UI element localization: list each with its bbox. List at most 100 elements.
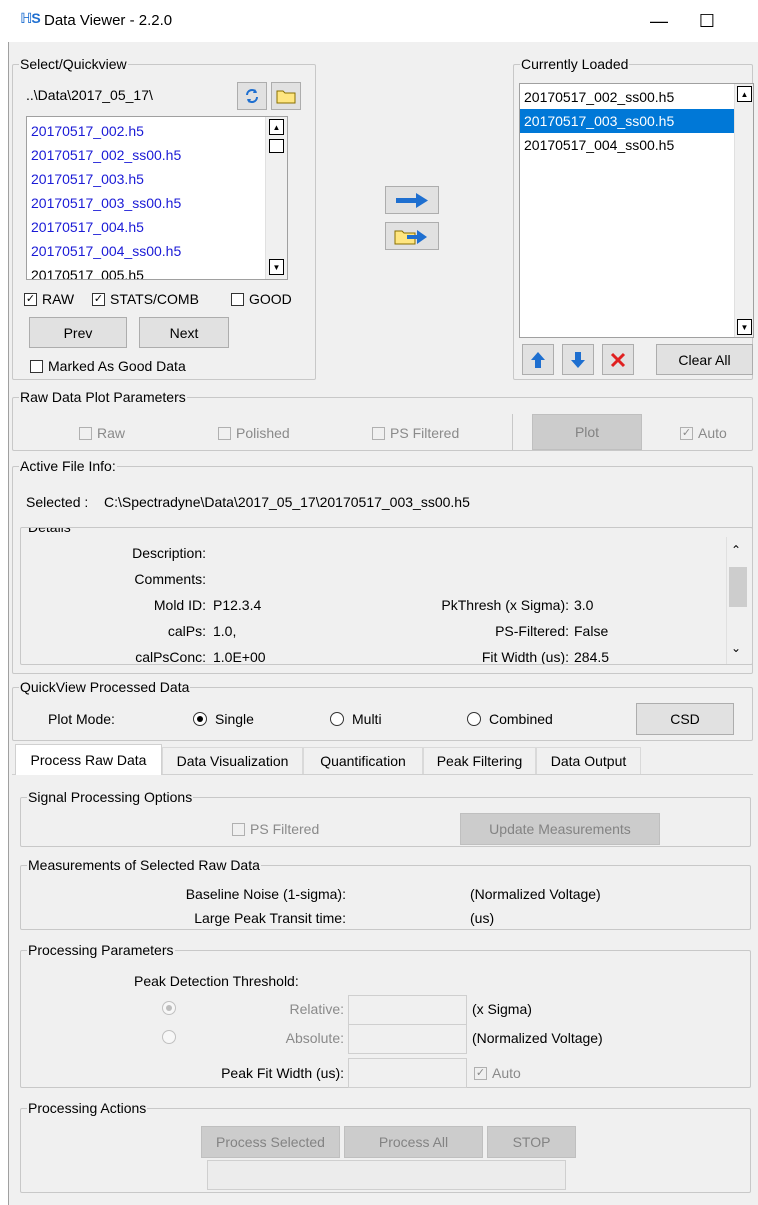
relative-input[interactable]: [348, 995, 467, 1025]
ps-filtered-plot-checkbox[interactable]: PS Filtered: [372, 425, 459, 441]
params-legend: Processing Parameters: [27, 942, 175, 958]
absolute-label: Absolute:: [285, 1030, 344, 1046]
selected-prefix: Selected :: [26, 494, 89, 510]
fit-width-input[interactable]: [348, 1058, 467, 1088]
single-radio[interactable]: Single: [193, 711, 254, 727]
list-item[interactable]: 20170517_004.h5: [27, 215, 287, 239]
remove-button[interactable]: [602, 344, 634, 375]
folder-arrow-icon: [394, 230, 427, 245]
load-folder-button[interactable]: [385, 222, 439, 250]
calps-label: calPs:: [167, 623, 206, 639]
scroll-down-icon[interactable]: ⌄: [731, 641, 741, 655]
quickview-scrollbar[interactable]: ▲ ▼: [265, 117, 287, 279]
tab-data-visualization[interactable]: Data Visualization: [162, 747, 303, 774]
selected-path: C:\Spectradyne\Data\2017_05_17\20170517_…: [104, 494, 470, 510]
raw-plot-legend: Raw Data Plot Parameters: [19, 389, 187, 405]
refresh-icon: [246, 89, 258, 103]
prev-button[interactable]: Prev: [29, 317, 127, 348]
fit-width-auto-checkbox[interactable]: ✓ Auto: [474, 1065, 521, 1081]
stop-button[interactable]: STOP: [487, 1126, 576, 1158]
scroll-down-icon[interactable]: ▼: [269, 259, 284, 275]
scroll-up-icon[interactable]: ⌃: [731, 543, 741, 557]
maximize-button[interactable]: ☐: [684, 8, 730, 34]
list-item[interactable]: 20170517_004_ss00.h5: [27, 239, 287, 263]
open-folder-button[interactable]: [271, 82, 301, 110]
plot-button[interactable]: Plot: [532, 414, 642, 450]
checkmark-icon: ✓: [474, 1066, 487, 1080]
quickview-legend: Select/Quickview: [19, 56, 128, 72]
separator: [512, 414, 513, 450]
update-measurements-button[interactable]: Update Measurements: [460, 813, 660, 845]
loaded-legend: Currently Loaded: [520, 56, 630, 72]
absolute-input[interactable]: [348, 1024, 467, 1054]
psfiltered-label: PS-Filtered:: [495, 623, 569, 639]
list-item[interactable]: 20170517_005.h5: [27, 263, 287, 279]
refresh-button[interactable]: [237, 82, 267, 110]
raw-checkbox[interactable]: ✓ RAW: [24, 291, 74, 307]
fitwidth-value: 284.5: [574, 649, 610, 664]
list-item[interactable]: 20170517_004_ss00.h5: [520, 133, 753, 157]
ps-filtered-checkbox[interactable]: PS Filtered: [232, 821, 319, 837]
checkmark-icon: ✓: [680, 426, 693, 440]
arrow-right-icon: [396, 193, 428, 208]
active-file-legend: Active File Info:: [19, 458, 117, 474]
list-item[interactable]: 20170517_002_ss00.h5: [27, 143, 287, 167]
quickview-file-list[interactable]: 20170517_002.h5 20170517_002_ss00.h5 20170…: [26, 116, 288, 280]
fitwidth-label: Fit Width (us):: [481, 649, 569, 664]
polished-checkbox[interactable]: Polished: [218, 425, 290, 441]
next-button[interactable]: Next: [139, 317, 229, 348]
list-item[interactable]: 20170517_002.h5: [27, 119, 287, 143]
move-down-button[interactable]: [562, 344, 594, 375]
absolute-radio[interactable]: [162, 1030, 184, 1044]
process-all-button[interactable]: Process All: [344, 1126, 483, 1158]
loaded-file-list[interactable]: 20170517_002_ss00.h5 20170517_003_ss00.h5…: [519, 83, 754, 338]
load-selected-button[interactable]: [385, 186, 439, 214]
process-selected-button[interactable]: Process Selected: [201, 1126, 340, 1158]
description-label: Description:: [132, 545, 206, 561]
multi-radio[interactable]: Multi: [330, 711, 382, 727]
checkmark-icon: ✓: [24, 292, 37, 306]
arrow-down-icon: [571, 351, 585, 368]
actions-legend: Processing Actions: [27, 1100, 148, 1116]
scroll-thumb[interactable]: [269, 139, 284, 153]
tab-process-raw-data[interactable]: Process Raw Data: [15, 744, 162, 775]
plot-mode-label: Plot Mode:: [48, 711, 115, 727]
relative-unit: (x Sigma): [472, 1001, 532, 1017]
scroll-up-icon[interactable]: ▲: [269, 119, 284, 135]
pkthresh-label: PkThresh (x Sigma):: [441, 597, 569, 613]
tab-data-output[interactable]: Data Output: [536, 747, 641, 774]
tab-quantification[interactable]: Quantification: [303, 747, 423, 774]
details-scrollbar[interactable]: ⌃ ⌄: [726, 537, 748, 664]
fit-width-label: Peak Fit Width (us):: [221, 1065, 344, 1081]
checkmark-icon: ✓: [92, 292, 105, 306]
calpsconc-label: calPsConc:: [135, 649, 206, 664]
relative-radio[interactable]: [162, 1001, 184, 1015]
noise-label: Baseline Noise (1-sigma):: [185, 886, 346, 902]
stats-comb-checkbox[interactable]: ✓ STATS/COMB: [92, 291, 199, 307]
csd-button[interactable]: CSD: [636, 703, 734, 735]
measurements-legend: Measurements of Selected Raw Data: [27, 857, 261, 873]
threshold-label: Peak Detection Threshold:: [134, 973, 299, 989]
list-item[interactable]: 20170517_003_ss00.h5: [520, 109, 753, 133]
good-checkbox[interactable]: GOOD: [231, 291, 292, 307]
transit-unit: (us): [470, 910, 495, 926]
loaded-scrollbar[interactable]: ▲ ▼: [734, 84, 753, 337]
list-item[interactable]: 20170517_003.h5: [27, 167, 287, 191]
noise-unit: (Normalized Voltage): [470, 886, 601, 902]
scroll-thumb[interactable]: [729, 567, 747, 607]
auto-plot-checkbox[interactable]: ✓ Auto: [680, 425, 727, 441]
marked-good-checkbox[interactable]: Marked As Good Data: [30, 358, 186, 374]
scroll-down-icon[interactable]: ▼: [737, 319, 752, 335]
clear-all-button[interactable]: Clear All: [656, 344, 753, 375]
tab-peak-filtering[interactable]: Peak Filtering: [423, 747, 536, 774]
app-logo-icon: ℍS: [20, 10, 41, 26]
combined-radio[interactable]: Combined: [467, 711, 553, 727]
signal-legend: Signal Processing Options: [27, 789, 194, 805]
scroll-up-icon[interactable]: ▲: [737, 86, 752, 102]
minimize-button[interactable]: —: [636, 8, 682, 34]
raw-plot-checkbox[interactable]: Raw: [79, 425, 125, 441]
move-up-button[interactable]: [522, 344, 554, 375]
list-item[interactable]: 20170517_002_ss00.h5: [520, 85, 753, 109]
window-title: Data Viewer - 2.2.0: [44, 12, 173, 29]
list-item[interactable]: 20170517_003_ss00.h5: [27, 191, 287, 215]
